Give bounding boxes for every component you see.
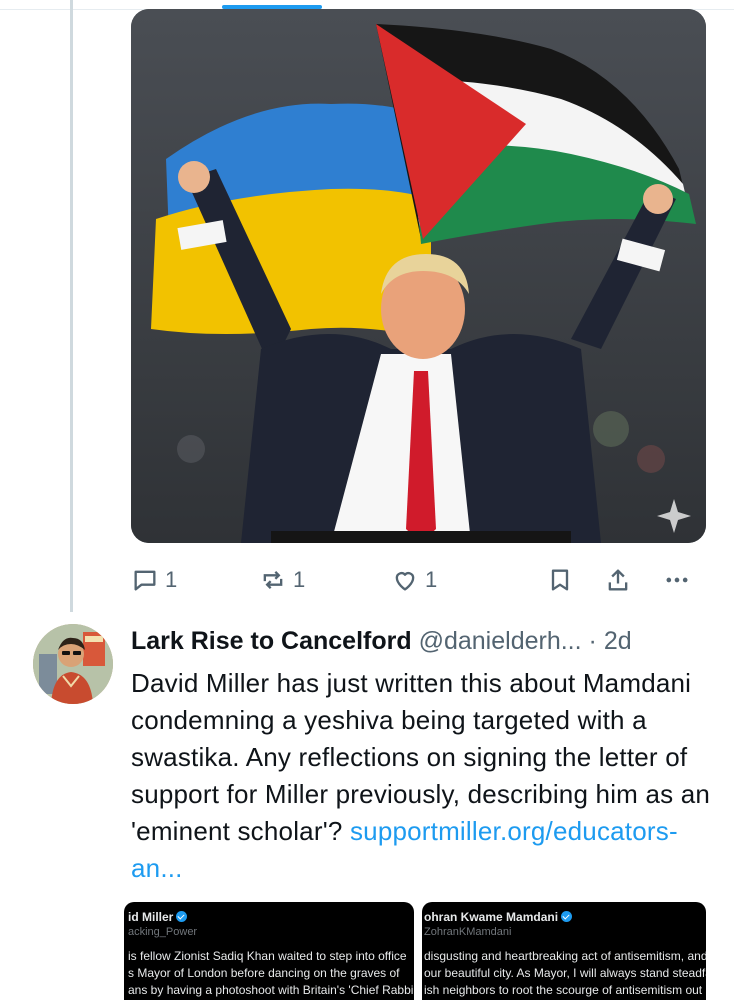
tweet-action-bar: 1 1 1 bbox=[131, 562, 706, 598]
retweet-count: 1 bbox=[293, 567, 306, 592]
quoted-name: ohran Kwame Mamdani bbox=[424, 910, 573, 924]
tweet-media-image[interactable] bbox=[131, 9, 706, 543]
quoted-text-line: is fellow Zionist Sadiq Khan waited to s… bbox=[128, 949, 407, 963]
quoted-name-text: id Miller bbox=[128, 910, 174, 924]
quoted-text-line: ans by having a photoshoot with Britain'… bbox=[128, 983, 414, 997]
tweet-header: Lark Rise to Cancelford @danielderh... ·… bbox=[131, 622, 731, 662]
bookmark-icon bbox=[551, 569, 569, 591]
quoted-text-line: s Mayor of London before dancing on the … bbox=[128, 966, 400, 980]
more-options-button[interactable] bbox=[663, 562, 691, 598]
share-icon bbox=[608, 569, 628, 591]
user-handle[interactable]: @danielderh... bbox=[419, 627, 582, 655]
tweet-media-grid: id Miller acking_Power is fellow Zionist… bbox=[124, 902, 706, 1000]
quoted-name: id Miller bbox=[128, 910, 188, 924]
tweet-timestamp[interactable]: 2d bbox=[604, 627, 632, 655]
reply-icon bbox=[134, 570, 156, 591]
quoted-image-2[interactable]: ohran Kwame Mamdani ZohranKMamdani disgu… bbox=[422, 902, 706, 1000]
avatar[interactable] bbox=[33, 624, 113, 704]
quoted-text-line: ish neighbors to root the scourge of ant… bbox=[424, 983, 706, 997]
reply-button[interactable]: 1 bbox=[131, 562, 177, 598]
retweet-button[interactable]: 1 bbox=[259, 562, 305, 598]
quoted-handle: acking_Power bbox=[128, 926, 198, 938]
share-button[interactable] bbox=[604, 562, 632, 598]
thread-connector-line bbox=[70, 0, 73, 612]
media-illustration bbox=[131, 9, 706, 543]
like-button[interactable]: 1 bbox=[391, 562, 437, 598]
reply-count: 1 bbox=[165, 567, 178, 592]
avatar-illustration bbox=[33, 624, 113, 704]
quoted-name-text: ohran Kwame Mamdani bbox=[424, 910, 559, 924]
more-horizontal-icon bbox=[666, 577, 688, 583]
tweet-body: David Miller has just written this about… bbox=[131, 665, 721, 887]
like-count: 1 bbox=[425, 567, 438, 592]
quoted-text-line: disgusting and heartbreaking act of anti… bbox=[424, 949, 706, 963]
quoted-handle: ZohranKMamdani bbox=[424, 926, 512, 938]
separator-dot: · bbox=[588, 627, 597, 655]
quoted-text-line: our beautiful city. As Mayor, I will alw… bbox=[424, 966, 706, 980]
bookmark-button[interactable] bbox=[546, 562, 574, 598]
heart-icon bbox=[395, 572, 415, 591]
display-name[interactable]: Lark Rise to Cancelford bbox=[131, 627, 412, 655]
verified-badge-icon bbox=[176, 911, 188, 922]
verified-badge-icon bbox=[561, 911, 573, 922]
retweet-icon bbox=[263, 571, 283, 589]
quoted-image-1[interactable]: id Miller acking_Power is fellow Zionist… bbox=[124, 902, 414, 1000]
